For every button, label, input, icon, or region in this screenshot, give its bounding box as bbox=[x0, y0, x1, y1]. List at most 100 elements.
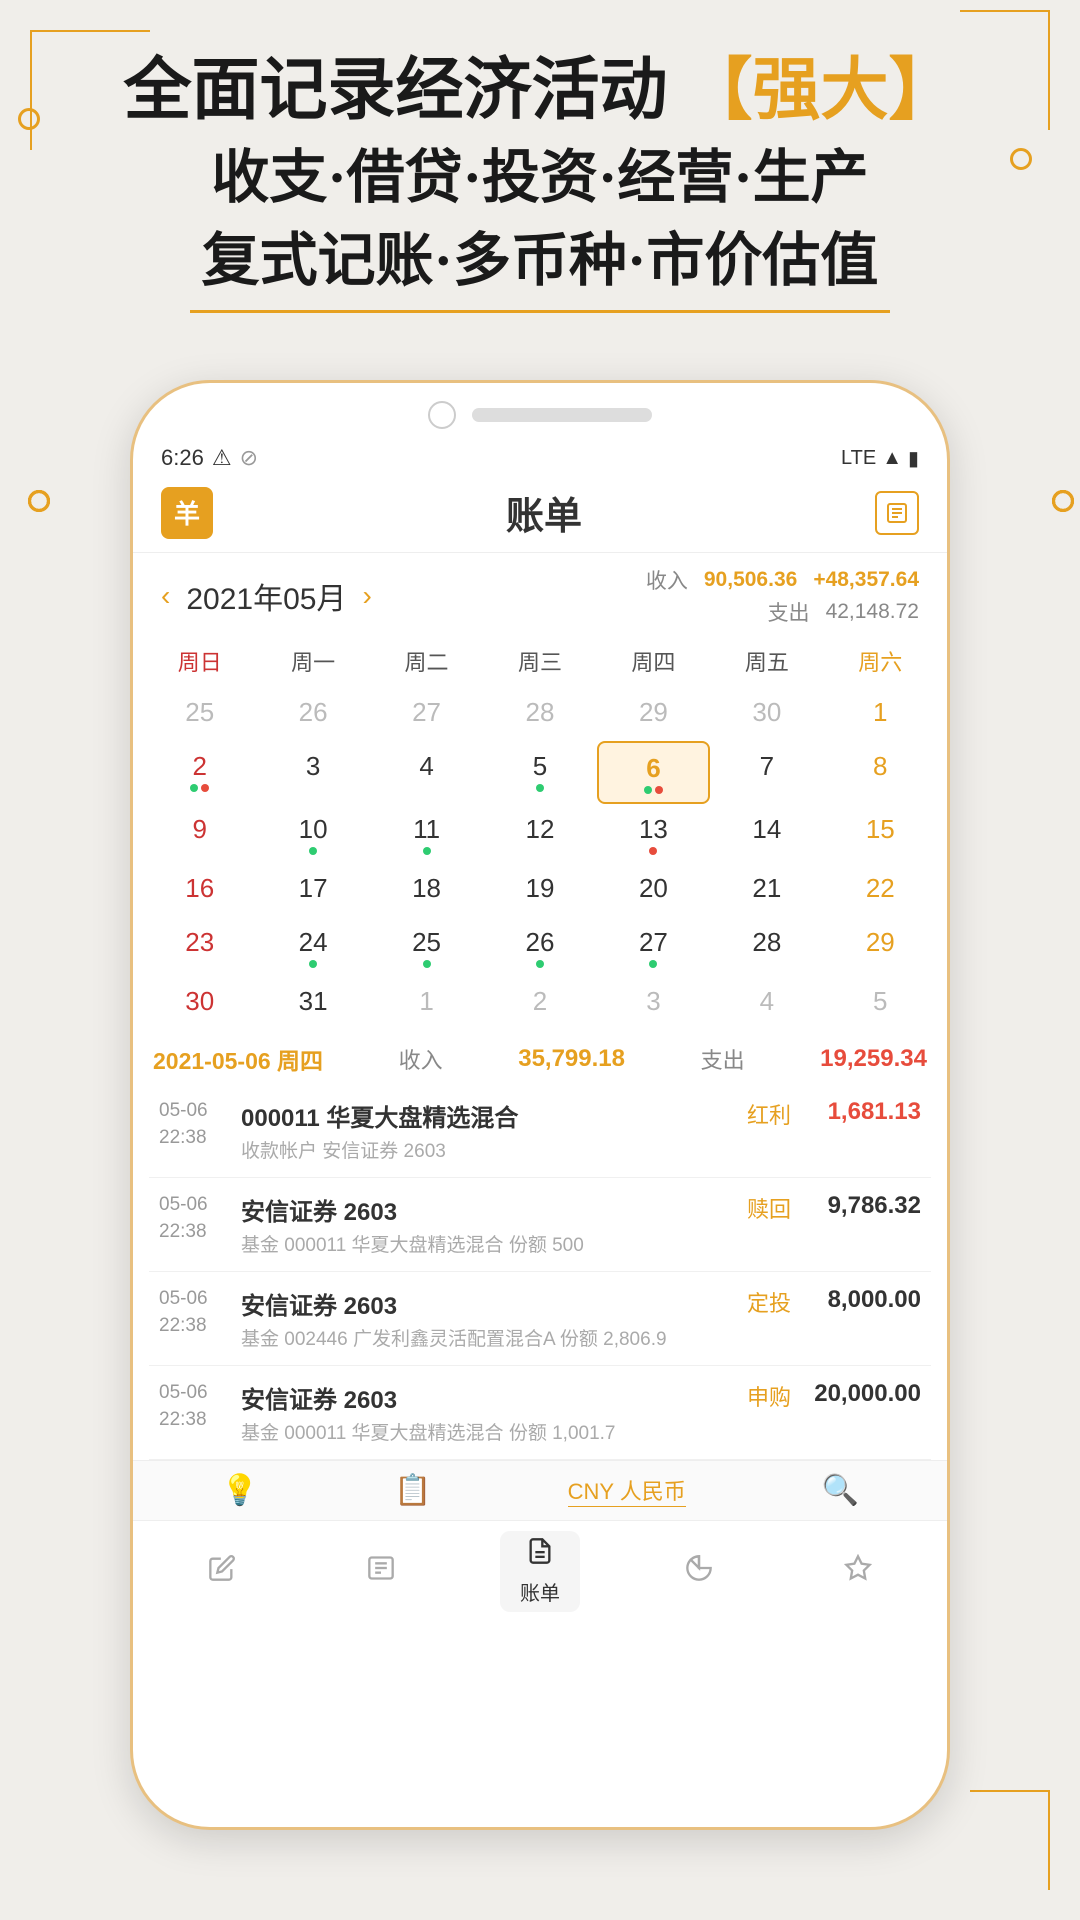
cal-day[interactable]: 6 bbox=[597, 741, 710, 804]
edit-nav-icon bbox=[208, 1554, 236, 1590]
cal-day[interactable]: 10 bbox=[256, 804, 369, 863]
tx-time: 05-0622:38 bbox=[159, 1192, 229, 1245]
tx-tag: 申购 bbox=[739, 1380, 799, 1412]
cal-day[interactable]: 12 bbox=[483, 804, 596, 863]
status-warning-icon: ⚠ bbox=[212, 445, 232, 471]
nav-bills[interactable]: 账单 bbox=[500, 1531, 580, 1612]
tx-time: 05-0622:38 bbox=[159, 1380, 229, 1433]
transaction-item[interactable]: 05-0622:38000011 华夏大盘精选混合收款帐户 安信证券 2603红… bbox=[149, 1084, 931, 1178]
bills-nav-icon bbox=[526, 1537, 554, 1573]
tx-tag: 定投 bbox=[739, 1286, 799, 1318]
calendar-days[interactable]: 2526272829301234567891011121314151617181… bbox=[143, 687, 937, 1030]
cal-day[interactable]: 1 bbox=[370, 976, 483, 1030]
tx-name: 安信证券 2603 bbox=[241, 1192, 727, 1227]
cal-day[interactable]: 1 bbox=[824, 687, 937, 741]
cal-day[interactable]: 13 bbox=[597, 804, 710, 863]
cal-day[interactable]: 4 bbox=[710, 976, 823, 1030]
currency-selector[interactable]: CNY 人民币 bbox=[568, 1474, 686, 1507]
cal-day[interactable]: 27 bbox=[370, 687, 483, 741]
deco-line bbox=[970, 1790, 1050, 1792]
records-nav-icon bbox=[367, 1554, 395, 1590]
cal-day[interactable]: 5 bbox=[483, 741, 596, 804]
weekday-thu: 周四 bbox=[597, 641, 710, 681]
header-section: 全面记录经济活动 【强大】 收支·借贷·投资·经营·生产 复式记账·多币种·市价… bbox=[0, 50, 1080, 313]
tx-name: 000011 华夏大盘精选混合 bbox=[241, 1098, 727, 1133]
tx-sub: 收款帐户 安信证券 2603 bbox=[241, 1136, 727, 1163]
status-left: 6:26 ⚠ ⊘ bbox=[161, 445, 258, 471]
tx-name: 安信证券 2603 bbox=[241, 1286, 727, 1321]
selected-date-label: 2021-05-06 周四 bbox=[153, 1042, 323, 1076]
cal-day[interactable]: 22 bbox=[824, 863, 937, 917]
cal-day[interactable]: 27 bbox=[597, 917, 710, 976]
tx-name: 安信证券 2603 bbox=[241, 1380, 727, 1415]
tx-amount: 20,000.00 bbox=[811, 1380, 921, 1408]
transaction-item[interactable]: 05-0622:38安信证券 2603基金 000011 华夏大盘精选混合 份额… bbox=[149, 1366, 931, 1460]
cal-day[interactable]: 26 bbox=[256, 687, 369, 741]
cal-day[interactable]: 29 bbox=[597, 687, 710, 741]
header-line3: 复式记账·多币种·市价估值 bbox=[0, 223, 1080, 298]
cal-day[interactable]: 31 bbox=[256, 976, 369, 1030]
status-right: LTE ▲ ▮ bbox=[841, 446, 919, 471]
cal-day[interactable]: 21 bbox=[710, 863, 823, 917]
cal-day[interactable]: 25 bbox=[370, 917, 483, 976]
cal-day[interactable]: 2 bbox=[143, 741, 256, 804]
app-title: 账单 bbox=[506, 485, 582, 540]
cal-day[interactable]: 20 bbox=[597, 863, 710, 917]
expense-value: 42,148.72 bbox=[826, 600, 919, 624]
selected-expense: 19,259.34 bbox=[820, 1045, 927, 1073]
cal-day[interactable]: 23 bbox=[143, 917, 256, 976]
cal-day[interactable]: 9 bbox=[143, 804, 256, 863]
income-label2: 收入 bbox=[399, 1043, 443, 1075]
tx-time: 05-0622:38 bbox=[159, 1286, 229, 1339]
lightbulb-icon[interactable]: 💡 bbox=[221, 1473, 258, 1508]
transaction-item[interactable]: 05-0622:38 安信证券 2603 基金 002446 广发利鑫灵活配置混合A… bbox=[149, 1272, 931, 1366]
tx-sub: 基金 002446 广发利鑫灵活配置混合A 份额 2,806.9 bbox=[241, 1324, 727, 1351]
cal-day[interactable]: 18 bbox=[370, 863, 483, 917]
cal-day[interactable]: 15 bbox=[824, 804, 937, 863]
transaction-item[interactable]: 05-0622:38安信证券 2603基金 000011 华夏大盘精选混合 份额… bbox=[149, 1178, 931, 1272]
cal-day[interactable]: 28 bbox=[483, 687, 596, 741]
phone-camera bbox=[428, 401, 456, 429]
status-no-signal-icon: ⊘ bbox=[240, 445, 258, 471]
cal-day[interactable]: 19 bbox=[483, 863, 596, 917]
tx-amount: 1,681.13 bbox=[811, 1098, 921, 1126]
weekday-mon: 周一 bbox=[256, 641, 369, 681]
balance-value: +48,357.64 bbox=[813, 568, 919, 592]
cal-day[interactable]: 2 bbox=[483, 976, 596, 1030]
cal-day[interactable]: 14 bbox=[710, 804, 823, 863]
cal-day[interactable]: 16 bbox=[143, 863, 256, 917]
tx-info: 安信证券 2603 基金 002446 广发利鑫灵活配置混合A 份额 2,806.… bbox=[241, 1286, 727, 1351]
income-label: 收入 bbox=[646, 565, 688, 595]
prev-month-btn[interactable]: ‹ bbox=[161, 580, 170, 612]
cal-day[interactable]: 28 bbox=[710, 917, 823, 976]
cal-day[interactable]: 5 bbox=[824, 976, 937, 1030]
cal-day[interactable]: 7 bbox=[710, 741, 823, 804]
cal-day[interactable]: 8 bbox=[824, 741, 937, 804]
cal-day[interactable]: 3 bbox=[597, 976, 710, 1030]
nav-edit[interactable] bbox=[182, 1554, 262, 1590]
search-icon[interactable]: 🔍 bbox=[822, 1473, 859, 1508]
cal-day[interactable]: 4 bbox=[370, 741, 483, 804]
cal-day[interactable]: 3 bbox=[256, 741, 369, 804]
assets-nav-icon bbox=[844, 1554, 872, 1590]
nav-stats[interactable] bbox=[659, 1554, 739, 1590]
edit-icon[interactable] bbox=[875, 491, 919, 535]
cal-day[interactable]: 24 bbox=[256, 917, 369, 976]
cal-day[interactable]: 17 bbox=[256, 863, 369, 917]
tx-amount: 9,786.32 bbox=[811, 1192, 921, 1220]
nav-assets[interactable] bbox=[818, 1554, 898, 1590]
income-value: 90,506.36 bbox=[704, 568, 797, 592]
nav-records[interactable] bbox=[341, 1554, 421, 1590]
calendar-header: ‹ 2021年05月 › 收入 90,506.36 +48,357.64 支出 … bbox=[133, 553, 947, 635]
cal-day[interactable]: 30 bbox=[143, 976, 256, 1030]
weekdays-row: 周日 周一 周二 周三 周四 周五 周六 bbox=[143, 635, 937, 687]
cal-day[interactable]: 29 bbox=[824, 917, 937, 976]
cal-day[interactable]: 30 bbox=[710, 687, 823, 741]
cal-day[interactable]: 26 bbox=[483, 917, 596, 976]
selected-income: 35,799.18 bbox=[518, 1045, 625, 1073]
deco-line bbox=[960, 10, 1050, 12]
cal-day[interactable]: 25 bbox=[143, 687, 256, 741]
list-icon[interactable]: 📋 bbox=[394, 1473, 431, 1508]
cal-day[interactable]: 11 bbox=[370, 804, 483, 863]
next-month-btn[interactable]: › bbox=[362, 580, 371, 612]
